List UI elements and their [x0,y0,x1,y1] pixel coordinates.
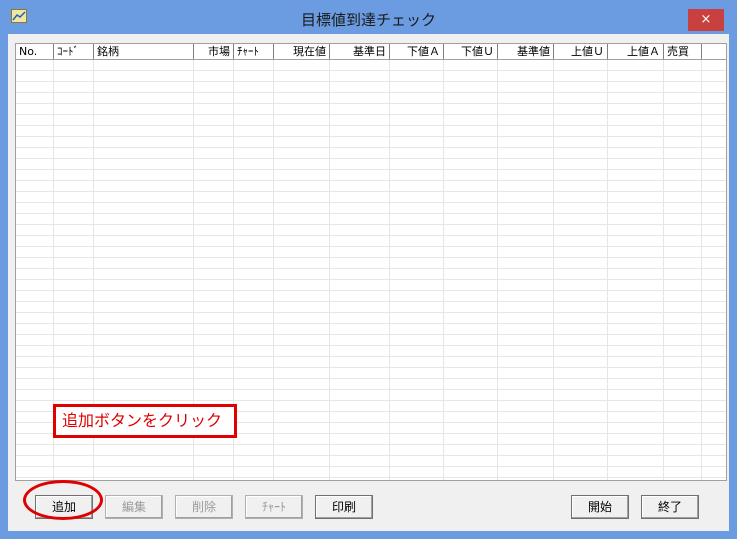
col-header-basedate[interactable]: 基準日 [330,44,390,59]
col-header-code[interactable]: ｺｰﾄﾞ [54,44,94,59]
grid-header: No. ｺｰﾄﾞ 銘柄 市場 ﾁｬｰﾄ 現在値 基準日 下値Ａ 下値Ｕ 基準値 … [16,44,726,60]
col-header-upper-a[interactable]: 上値Ａ [608,44,664,59]
chart-button[interactable]: ﾁｬｰﾄ [245,495,303,519]
button-bar: 追加 編集 削除 ﾁｬｰﾄ 印刷 開始 終了 [8,481,729,531]
col-header-market[interactable]: 市場 [194,44,234,59]
close-button[interactable]: × [688,9,724,31]
col-header-base[interactable]: 基準値 [498,44,554,59]
col-header-chart[interactable]: ﾁｬｰﾄ [234,44,274,59]
grid-line [701,60,702,480]
start-button[interactable]: 開始 [571,495,629,519]
grid-line [443,60,444,480]
edit-button[interactable]: 編集 [105,495,163,519]
grid-line [389,60,390,480]
grid-line [329,60,330,480]
col-header-lower-a[interactable]: 下値Ａ [390,44,444,59]
client-area: No. ｺｰﾄﾞ 銘柄 市場 ﾁｬｰﾄ 現在値 基準日 下値Ａ 下値Ｕ 基準値 … [8,34,729,531]
grid-line [273,60,274,480]
delete-button[interactable]: 削除 [175,495,233,519]
highlight-ellipse [23,480,103,520]
title-bar[interactable]: 目標値到達チェック × [0,0,737,34]
grid-line [607,60,608,480]
col-header-lower-u[interactable]: 下値Ｕ [444,44,498,59]
end-button[interactable]: 終了 [641,495,699,519]
col-header-current[interactable]: 現在値 [274,44,330,59]
col-header-upper-u[interactable]: 上値Ｕ [554,44,608,59]
col-header-trade[interactable]: 売買 [664,44,702,59]
main-window: 目標値到達チェック × No. ｺｰﾄﾞ 銘柄 市場 ﾁｬｰﾄ 現在値 基準日 … [0,0,737,539]
col-header-no[interactable]: No. [16,44,54,59]
grid-line [663,60,664,480]
col-header-name[interactable]: 銘柄 [94,44,194,59]
grid-line [553,60,554,480]
grid-line [497,60,498,480]
window-title: 目標値到達チェック [300,11,436,29]
instruction-callout: 追加ボタンをクリック [53,404,237,438]
print-button[interactable]: 印刷 [315,495,373,519]
